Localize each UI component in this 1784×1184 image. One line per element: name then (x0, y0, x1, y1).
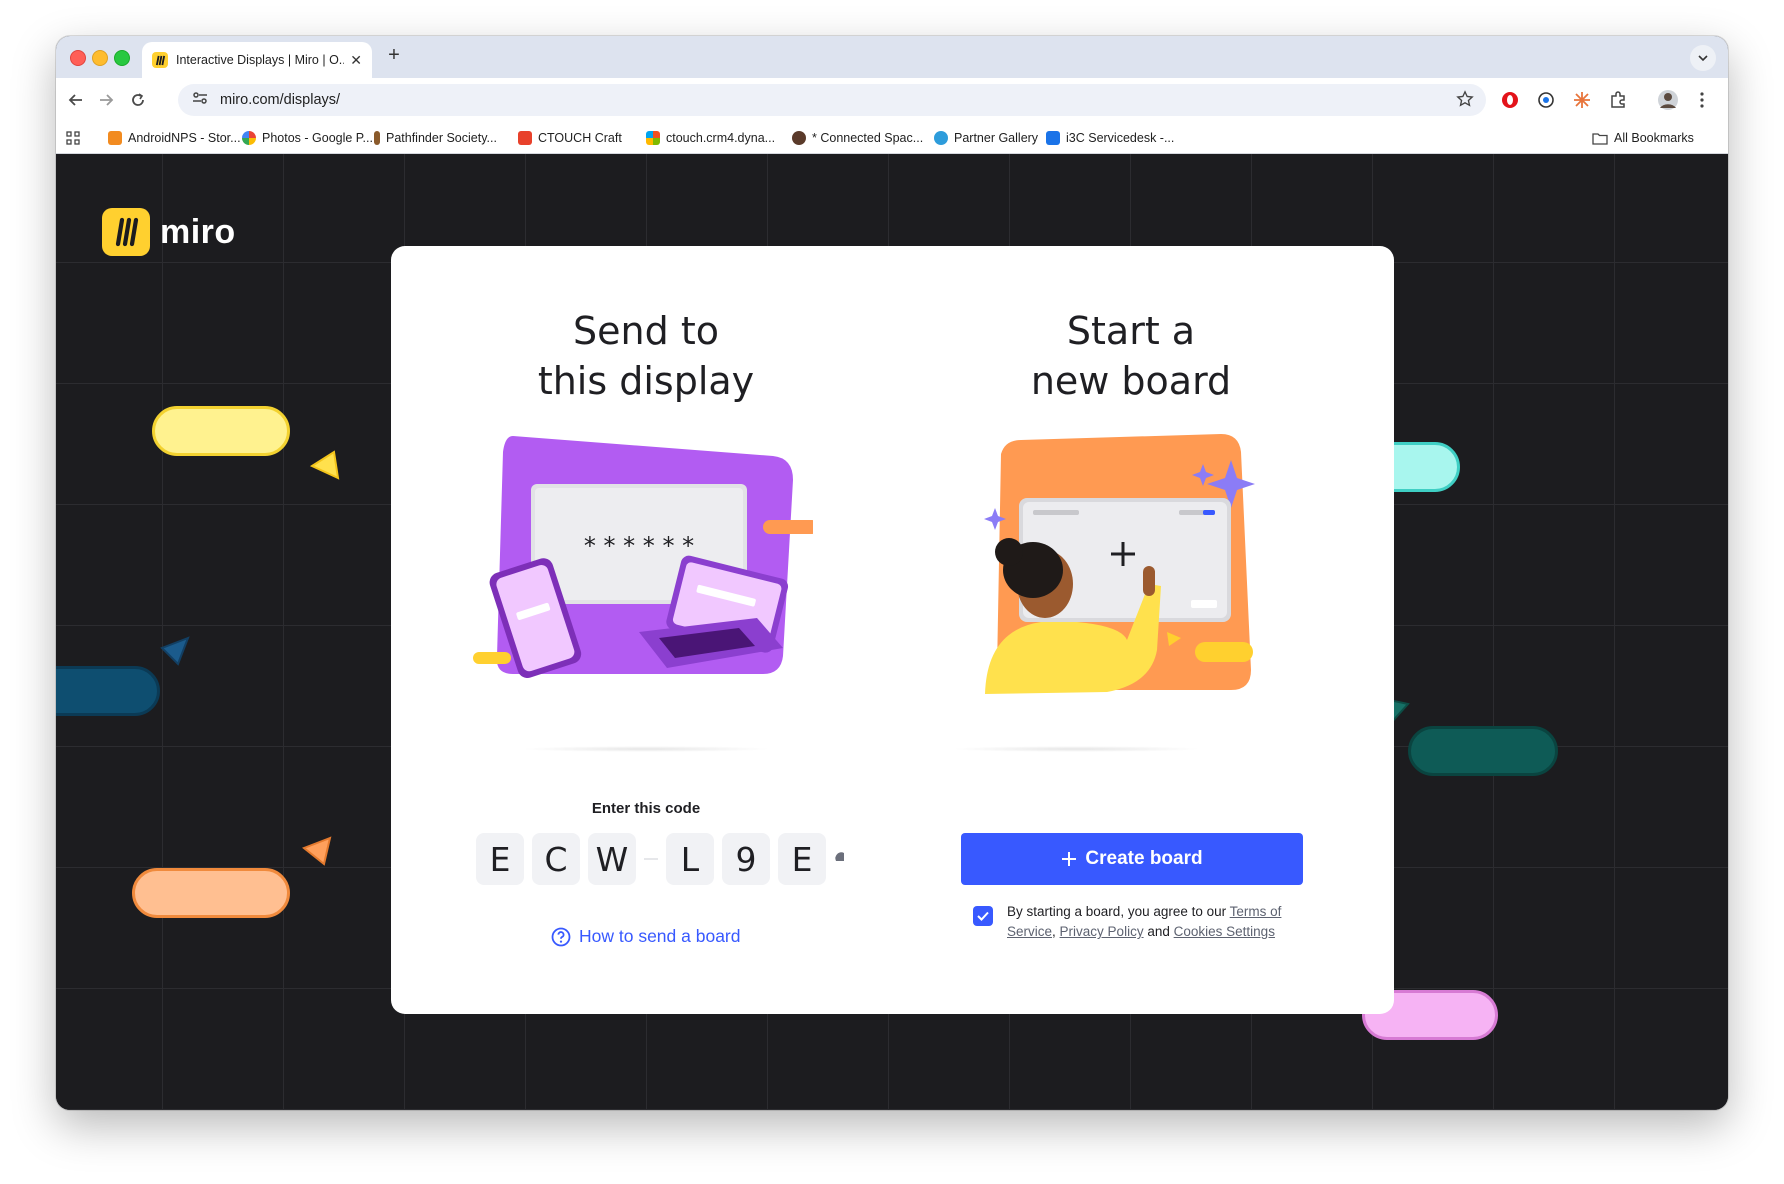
new-tab-icon[interactable]: + (382, 44, 406, 67)
close-window-button[interactable] (70, 50, 86, 66)
code-char: 9 (722, 833, 770, 885)
opera-extension-icon[interactable] (1496, 86, 1524, 114)
send-illustration-shadow (521, 746, 771, 752)
bookmark-item[interactable]: ctouch.crm4.dyna... (646, 122, 775, 154)
vpn-extension-icon[interactable] (1532, 86, 1560, 114)
page-content: miro Send to this display * * * * * * En… (56, 154, 1728, 1110)
start-illustration (981, 434, 1301, 699)
code-label: Enter this code (591, 800, 701, 817)
create-board-label: Create board (1085, 848, 1203, 869)
bookmark-item[interactable]: * Connected Spac... (792, 122, 923, 154)
bookmark-favicon-icon (646, 131, 660, 145)
miro-logo[interactable]: miro (102, 208, 236, 256)
miro-favicon-icon (152, 52, 168, 68)
send-heading: Send to this display (537, 309, 755, 403)
back-arrow-icon[interactable] (62, 86, 90, 114)
maximize-window-button[interactable] (114, 50, 130, 66)
minimize-window-button[interactable] (92, 50, 108, 66)
apps-grid-icon[interactable] (66, 122, 80, 154)
privacy-policy-link[interactable]: Privacy Policy (1060, 924, 1144, 939)
cookies-settings-link[interactable]: Cookies Settings (1174, 924, 1275, 939)
consent-row: By starting a board, you agree to our Te… (973, 902, 1303, 942)
decor-cursor-yellow-icon (308, 446, 344, 487)
tab-close-icon[interactable]: ✕ (350, 52, 362, 69)
folder-icon (1592, 132, 1608, 145)
miro-logo-icon (102, 208, 150, 256)
code-char: L (666, 833, 714, 885)
start-illustration-shadow (951, 746, 1201, 752)
code-char: W (588, 833, 636, 885)
bookmark-favicon-icon (1046, 131, 1060, 145)
create-board-button[interactable]: Create board (961, 833, 1303, 885)
decor-pill-orange (132, 868, 290, 918)
bookmark-item[interactable]: Partner Gallery (934, 122, 1038, 154)
consent-text: By starting a board, you agree to our Te… (1007, 904, 1282, 939)
reload-icon[interactable] (124, 86, 152, 114)
browser-toolbar: miro.com/displays/ (56, 78, 1728, 122)
bookmark-item[interactable]: Pathfinder Society... (374, 122, 497, 154)
bookmark-star-icon[interactable] (1456, 90, 1474, 113)
code-char: E (778, 833, 826, 885)
code-separator (644, 858, 658, 860)
bookmark-favicon-icon (934, 131, 948, 145)
profile-avatar[interactable] (1654, 86, 1682, 114)
tab-miro-displays[interactable]: Interactive Displays | Miro | O... ✕ (142, 42, 372, 78)
bookmark-favicon-icon (374, 131, 380, 145)
decor-pill-yellow (152, 406, 290, 456)
display-code: E C W L 9 E (476, 833, 846, 885)
loading-spinner-icon (834, 850, 846, 868)
url-text: miro.com/displays/ (220, 92, 341, 108)
tab-search-icon[interactable] (1690, 45, 1716, 71)
bookmark-item[interactable]: i3C Servicedesk -... (1046, 122, 1174, 154)
send-illustration: * * * * * * (473, 436, 819, 701)
bookmark-favicon-icon (792, 131, 806, 145)
browser-menu-icon[interactable] (1688, 86, 1716, 114)
plus-icon (1061, 851, 1077, 867)
bookmark-item[interactable]: Photos - Google P... (242, 122, 373, 154)
decor-pill-teal-left (56, 666, 160, 716)
decor-cursor-orange-icon (300, 834, 336, 875)
code-char: E (476, 833, 524, 885)
bookmarks-bar: AndroidNPS - Stor... Photos - Google P..… (56, 122, 1728, 154)
tab-title: Interactive Displays | Miro | O... (176, 53, 345, 67)
code-char: C (532, 833, 580, 885)
decor-pill-teal-right (1408, 726, 1558, 776)
how-to-send-label: How to send a board (579, 926, 741, 946)
extensions-puzzle-icon[interactable] (1604, 86, 1632, 114)
tab-strip: Interactive Displays | Miro | O... ✕ + (56, 36, 1728, 78)
bookmark-favicon-icon (518, 131, 532, 145)
forward-arrow-icon[interactable] (92, 86, 120, 114)
sparkle-extension-icon[interactable] (1568, 86, 1596, 114)
bookmark-item[interactable]: AndroidNPS - Stor... (108, 122, 241, 154)
decor-cursor-blue-icon (158, 634, 192, 675)
bookmark-item[interactable]: CTOUCH Craft (518, 122, 622, 154)
address-bar[interactable]: miro.com/displays/ (178, 84, 1486, 116)
help-circle-icon (551, 927, 571, 947)
site-settings-icon[interactable] (192, 91, 208, 110)
browser-window: Interactive Displays | Miro | O... ✕ + m… (56, 36, 1728, 1110)
consent-checkbox[interactable] (973, 906, 993, 926)
bookmark-favicon-icon (108, 131, 122, 145)
bookmark-favicon-icon (242, 131, 256, 145)
display-card: Send to this display * * * * * * Enter t… (391, 246, 1394, 1014)
all-bookmarks-folder[interactable]: All Bookmarks (1592, 122, 1694, 154)
password-mask-text: * * * * * * (584, 532, 694, 560)
start-heading: Start a new board (1030, 309, 1232, 403)
logo-text: miro (160, 212, 236, 251)
how-to-send-link[interactable]: How to send a board (551, 926, 741, 947)
